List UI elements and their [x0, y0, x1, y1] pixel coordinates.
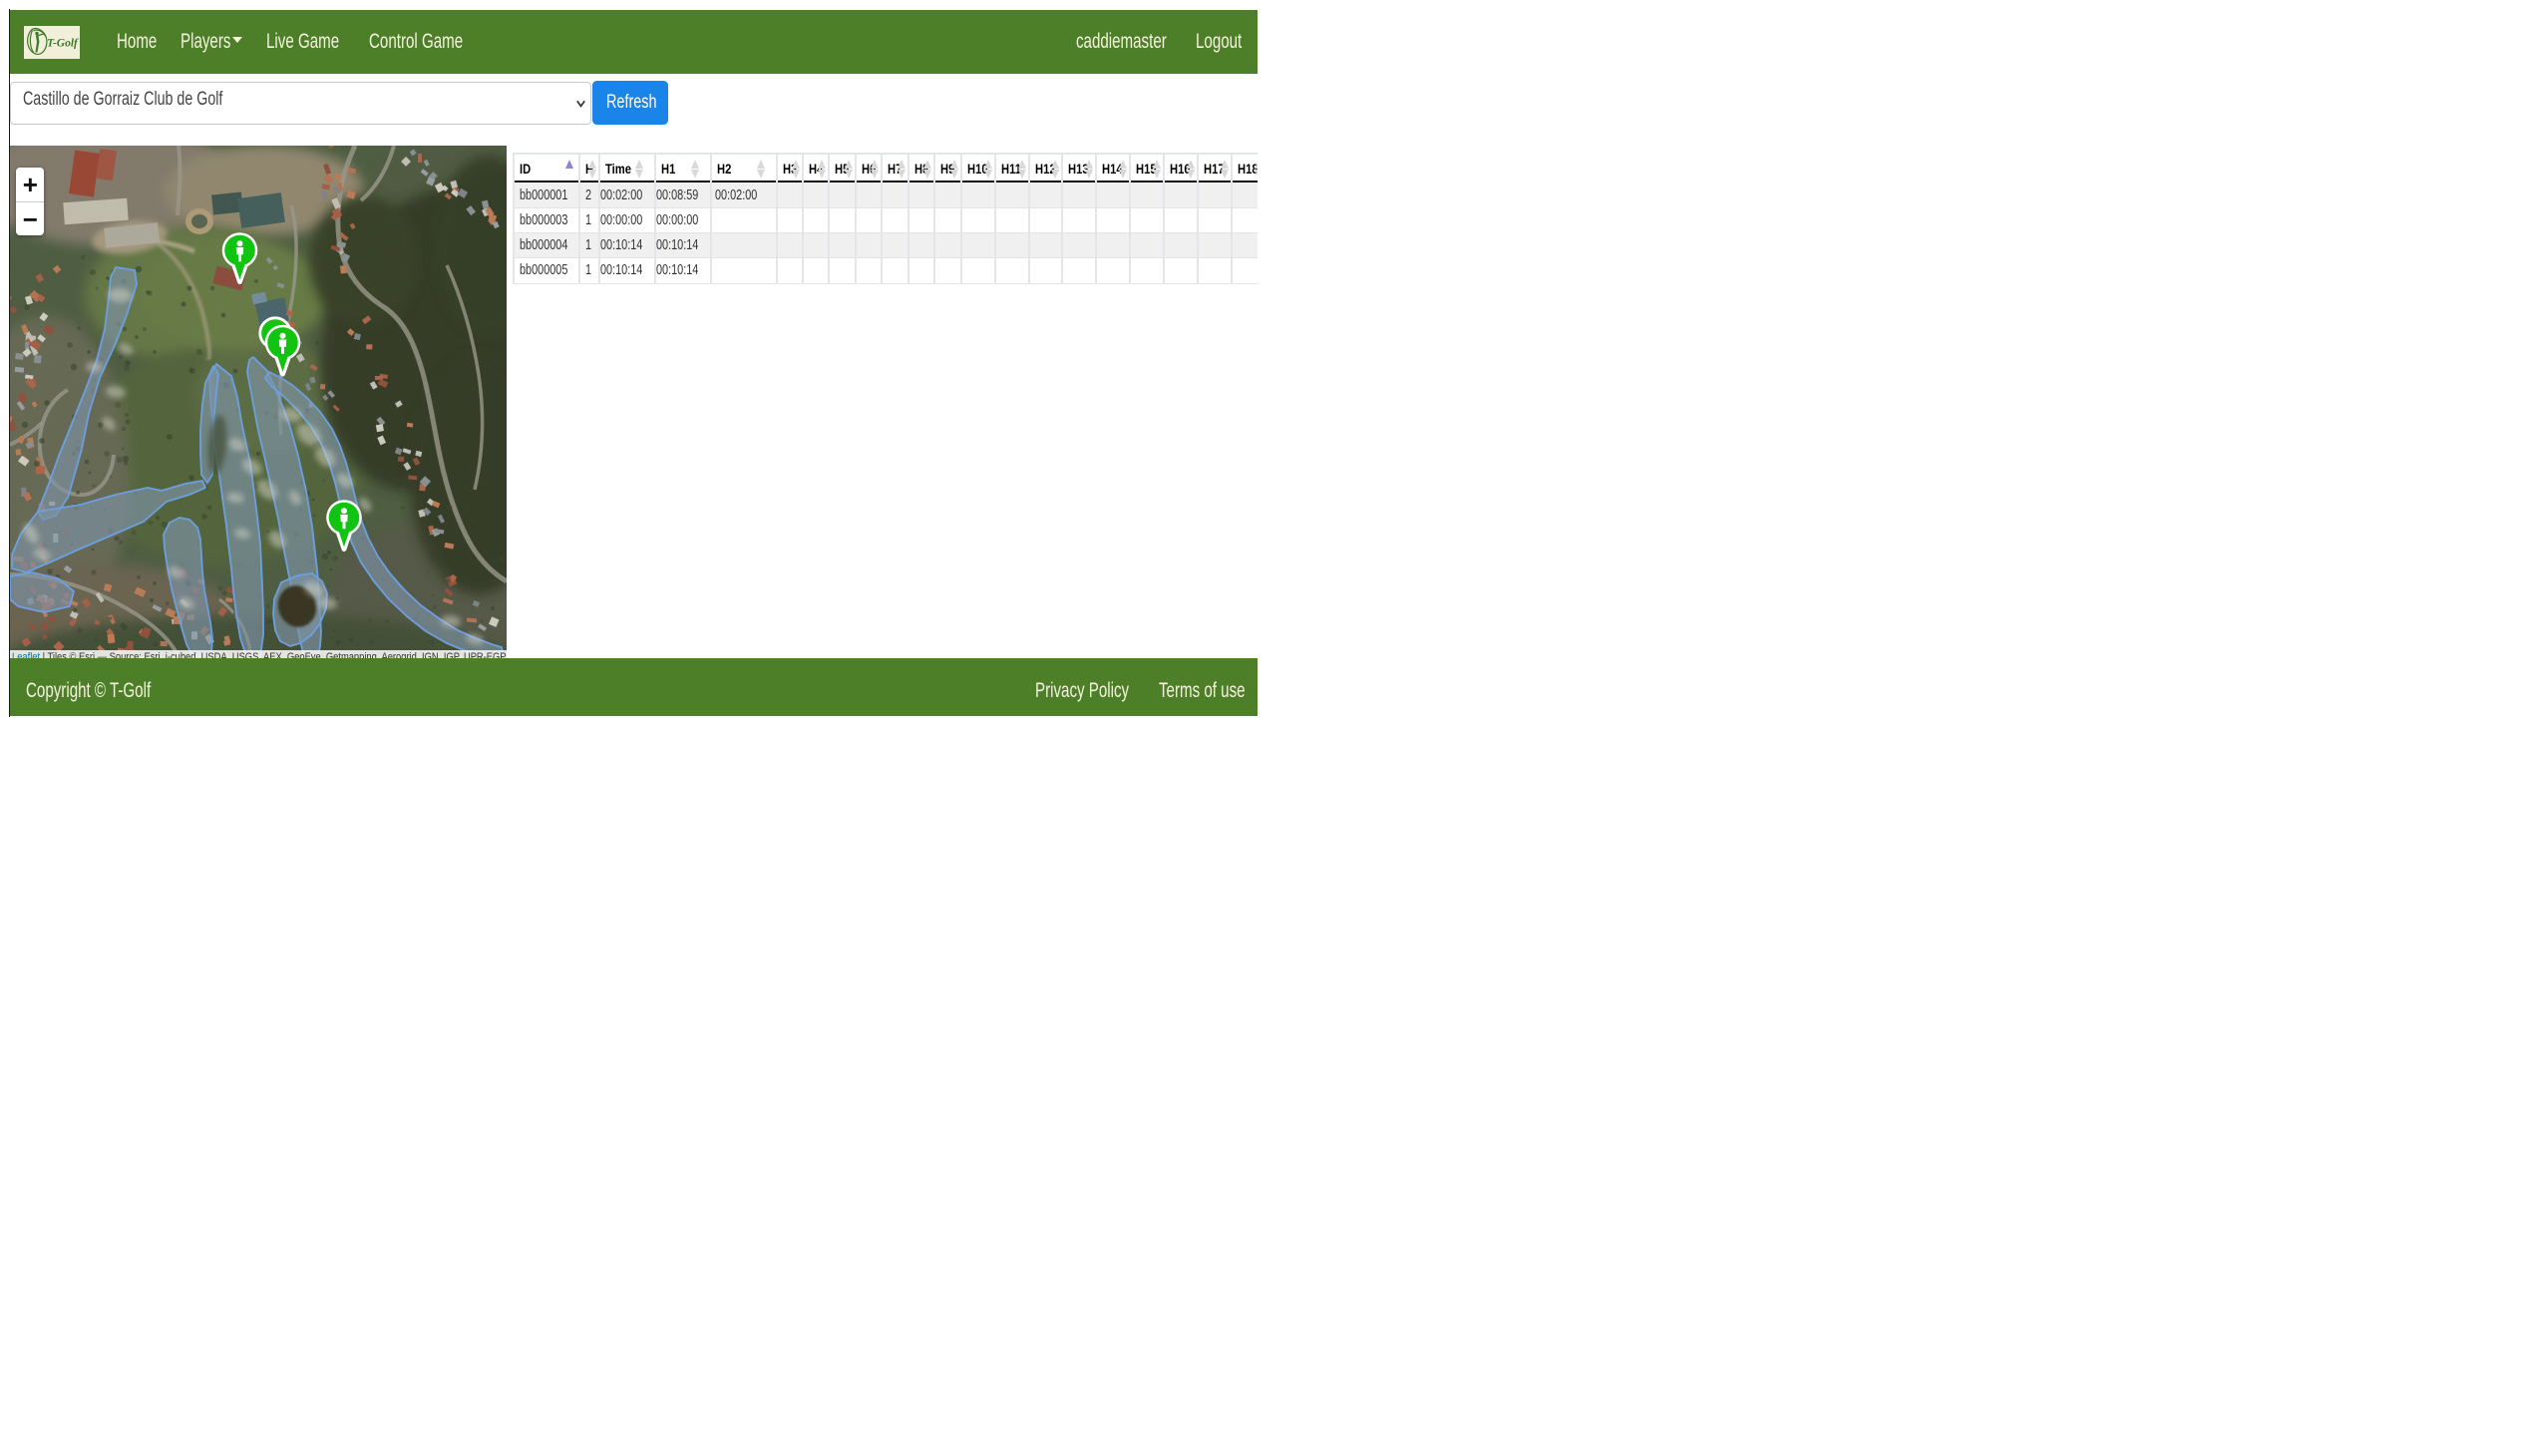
svg-text:T-Golf: T-Golf [47, 37, 79, 49]
